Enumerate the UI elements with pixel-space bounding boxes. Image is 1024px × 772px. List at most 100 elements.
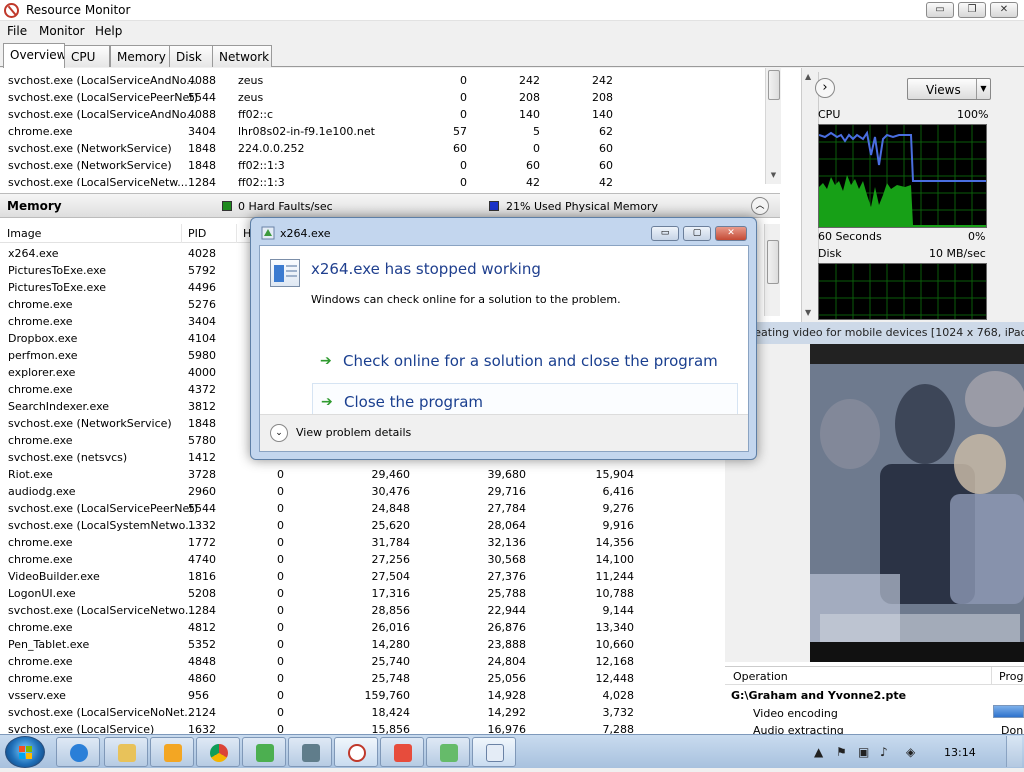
table-row[interactable]: VideoBuilder.exe 1816 0 27,504 27,376 11,244 bbox=[0, 568, 720, 585]
tab-network[interactable]: Network bbox=[212, 45, 272, 67]
dropdown-arrow-icon[interactable]: ▼ bbox=[976, 79, 990, 99]
cell-image: svchost.exe (NetworkService) bbox=[8, 159, 172, 172]
column-pid[interactable]: PID bbox=[188, 227, 206, 240]
views-button[interactable]: Views ▼ bbox=[907, 78, 991, 100]
table-row[interactable]: svchost.exe (LocalService) 1632 0 15,856 16,… bbox=[0, 721, 720, 734]
tab-cpu[interactable]: CPU bbox=[64, 45, 110, 67]
taskbar-explorer[interactable] bbox=[104, 737, 148, 767]
safely-remove-hardware-icon[interactable]: ▣ bbox=[858, 745, 869, 759]
cell-pid: 5352 bbox=[188, 638, 216, 651]
cell-pid: 3404 bbox=[188, 315, 216, 328]
table-row[interactable]: Riot.exe 3728 0 29,460 39,680 15,904 bbox=[0, 466, 720, 483]
show-desktop-button[interactable] bbox=[1006, 736, 1022, 767]
table-row[interactable]: svchost.exe (NetworkService) 1848 224.0.0.… bbox=[0, 140, 766, 157]
table-row[interactable]: svchost.exe (LocalServicePeerNet) 5544 zeu… bbox=[0, 89, 766, 106]
memory-scrollbar[interactable] bbox=[764, 224, 780, 316]
scroll-down-icon[interactable]: ▼ bbox=[805, 308, 811, 317]
table-row[interactable]: chrome.exe 1772 0 31,784 32,136 14,356 bbox=[0, 534, 720, 551]
taskbar-app-red[interactable] bbox=[380, 737, 424, 767]
collapse-chevron-icon[interactable]: ︿ bbox=[751, 197, 769, 215]
table-row[interactable]: svchost.exe (LocalSystemNetwo... 1332 0 25,… bbox=[0, 517, 720, 534]
menu-help[interactable]: Help bbox=[95, 24, 122, 38]
windows-logo-icon bbox=[19, 746, 32, 759]
media-player-icon bbox=[164, 744, 182, 762]
graph-panel: ▲ ▼ › Views ▼ CPU 100% 60 Seconds 0% Dis… bbox=[803, 68, 1024, 320]
action-center-flag-icon[interactable]: ⚑ bbox=[836, 745, 847, 759]
scroll-up-icon[interactable]: ▲ bbox=[805, 72, 811, 81]
cell-pid: 4860 bbox=[188, 672, 216, 685]
table-row[interactable]: svchost.exe (LocalServiceNetwo... 1284 0 28… bbox=[0, 602, 720, 619]
taskbar-internet-explorer[interactable] bbox=[56, 737, 100, 767]
tab-overview[interactable]: Overview bbox=[3, 43, 67, 68]
view-problem-details-link[interactable]: View problem details bbox=[296, 426, 411, 439]
table-row[interactable]: chrome.exe 4812 0 26,016 26,876 13,340 bbox=[0, 619, 720, 636]
dialog-close-button[interactable]: ✕ bbox=[715, 226, 747, 241]
start-button[interactable] bbox=[5, 736, 45, 768]
network-scrollbar[interactable]: ▲ ▼ bbox=[765, 68, 781, 184]
menu-monitor[interactable]: Monitor bbox=[39, 24, 85, 38]
table-row[interactable]: svchost.exe (NetworkService) 1848 ff02::1:… bbox=[0, 157, 766, 174]
taskbar-clock[interactable]: 13:14 bbox=[944, 746, 976, 759]
table-row[interactable]: svchost.exe (LocalServiceAndNo... 4088 ff0… bbox=[0, 106, 766, 123]
table-row[interactable]: svchost.exe (LocalServiceAndNo... 4088 zeu… bbox=[0, 72, 766, 89]
cell-send: 60 bbox=[453, 142, 467, 155]
cell-total: 42 bbox=[599, 176, 613, 186]
taskbar-resource-monitor[interactable] bbox=[334, 737, 378, 767]
cell-pid: 5980 bbox=[188, 349, 216, 362]
cell-hard-faults: 0 bbox=[277, 655, 284, 668]
show-hidden-icons-icon[interactable]: ▲ bbox=[814, 745, 823, 759]
cell-working-set: 14,292 bbox=[487, 706, 527, 719]
taskbar-pictures-to-exe[interactable] bbox=[426, 737, 470, 767]
volume-icon[interactable]: ♪ bbox=[880, 745, 888, 759]
table-row[interactable]: chrome.exe 3404 lhr08s02-in-f9.1e100.net 57… bbox=[0, 123, 766, 140]
table-row[interactable]: vsserv.exe 956 0 159,760 14,928 4,028 bbox=[0, 687, 720, 704]
close-button[interactable]: ✕ bbox=[990, 2, 1018, 18]
table-row[interactable]: svchost.exe (LocalServiceNoNet... 2124 0 18… bbox=[0, 704, 720, 721]
tab-disk[interactable]: Disk bbox=[169, 45, 213, 67]
cell-pid: 4372 bbox=[188, 383, 216, 396]
memory-scroll-thumb[interactable] bbox=[767, 240, 779, 284]
table-row[interactable]: chrome.exe 4848 0 25,740 24,804 12,168 bbox=[0, 653, 720, 670]
menu-file[interactable]: File bbox=[7, 24, 27, 38]
cell-hard-faults: 0 bbox=[277, 485, 284, 498]
cell-pid: 1412 bbox=[188, 451, 216, 464]
table-row[interactable]: chrome.exe 4740 0 27,256 30,568 14,100 bbox=[0, 551, 720, 568]
cell-send: 0 bbox=[460, 176, 467, 186]
network-scroll-thumb[interactable] bbox=[768, 70, 780, 100]
graph-splitter[interactable]: ▲ ▼ bbox=[803, 72, 819, 317]
table-row[interactable]: audiodg.exe 2960 0 30,476 29,716 6,416 bbox=[0, 483, 720, 500]
table-row[interactable]: LogonUI.exe 5208 0 17,316 25,788 10,788 bbox=[0, 585, 720, 602]
network-icon[interactable]: ◈ bbox=[906, 745, 915, 759]
taskbar-chrome[interactable] bbox=[196, 737, 240, 767]
cell-commit: 15,856 bbox=[371, 723, 411, 734]
table-row[interactable]: chrome.exe 4860 0 25,748 25,056 12,448 bbox=[0, 670, 720, 687]
table-row[interactable]: svchost.exe (LocalServiceNetw... 1284 ff02… bbox=[0, 174, 766, 186]
dialog-minimize-button[interactable]: ▭ bbox=[651, 226, 679, 241]
expand-graphs-button[interactable]: › bbox=[815, 78, 835, 98]
cell-image: svchost.exe (LocalServiceAndNo... bbox=[8, 74, 197, 87]
taskbar-app-monitor[interactable] bbox=[288, 737, 332, 767]
cpu-graph-window: 60 Seconds bbox=[818, 230, 882, 243]
cell-working-set: 25,056 bbox=[487, 672, 527, 685]
cell-pid: 956 bbox=[188, 689, 209, 702]
cell-pid: 1848 bbox=[188, 142, 216, 155]
operation-column[interactable]: Operation bbox=[733, 670, 788, 683]
cell-pid: 2960 bbox=[188, 485, 216, 498]
column-image[interactable]: Image bbox=[7, 227, 41, 240]
taskbar-x264[interactable] bbox=[472, 737, 516, 767]
table-row[interactable]: svchost.exe (LocalServicePeerNet) 5544 0 24… bbox=[0, 500, 720, 517]
cell-commit: 14,280 bbox=[371, 638, 411, 651]
taskbar-media-player[interactable] bbox=[150, 737, 194, 767]
check-online-command[interactable]: ➔ Check online for a solution and close … bbox=[312, 343, 738, 381]
progress-column[interactable]: Prog bbox=[999, 670, 1023, 683]
minimize-button[interactable]: ▭ bbox=[926, 2, 954, 18]
tab-memory[interactable]: Memory bbox=[110, 45, 170, 67]
maximize-button[interactable]: ❐ bbox=[958, 2, 986, 18]
taskbar-app-green[interactable] bbox=[242, 737, 286, 767]
cell-working-set: 29,716 bbox=[487, 485, 527, 498]
memory-section-header[interactable]: Memory 0 Hard Faults/sec 21% Used Physic… bbox=[0, 193, 780, 218]
scroll-down-icon[interactable]: ▼ bbox=[766, 168, 781, 183]
dialog-maximize-button[interactable]: ▢ bbox=[683, 226, 711, 241]
table-row[interactable]: Pen_Tablet.exe 5352 0 14,280 23,888 10,660 bbox=[0, 636, 720, 653]
chevron-down-icon[interactable]: ⌄ bbox=[270, 424, 288, 442]
